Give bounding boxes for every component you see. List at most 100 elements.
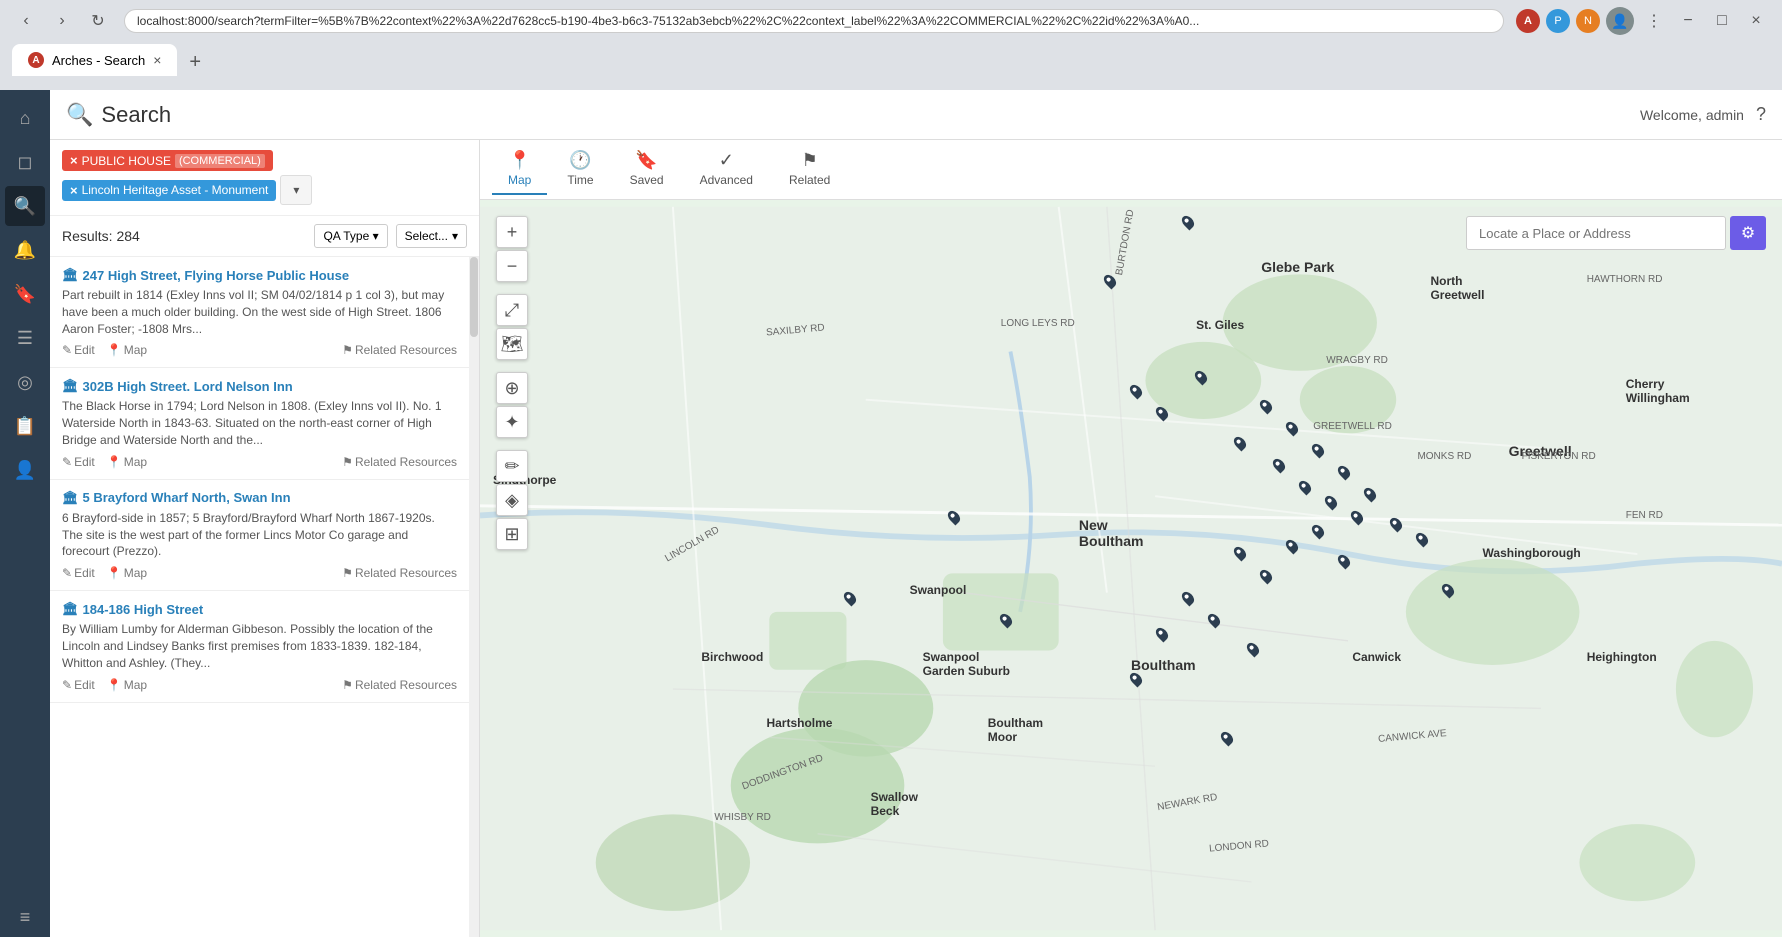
locate-input-area: ⚙ (1466, 216, 1766, 250)
result-edit-4[interactable]: ✎ Edit (62, 678, 95, 692)
result-desc-4: By William Lumby for Alderman Gibbeson. … (62, 621, 457, 671)
layers-button[interactable]: 🗺 (496, 328, 528, 360)
draw-button[interactable]: ✏ (496, 450, 528, 482)
tab-map[interactable]: 📍 Map (492, 144, 547, 195)
zoom-out-button[interactable]: − (496, 250, 528, 282)
result-title-2[interactable]: 🏛 302B High Street. Lord Nelson Inn (62, 378, 457, 394)
minimize-button[interactable]: − (1674, 7, 1702, 35)
user-avatar[interactable]: 👤 (1606, 7, 1634, 35)
tab-related[interactable]: ⚑ Related (773, 144, 846, 195)
geolocate-button[interactable]: ⊕ (496, 372, 528, 404)
filter-remove-public-house[interactable]: × (70, 153, 78, 168)
map-tab-icon: 📍 (508, 150, 530, 171)
place-label-new-boultham: NewBoultham (1079, 517, 1144, 549)
result-related-3[interactable]: ⚑ Related Resources (342, 566, 457, 580)
result-name-2: 302B High Street. Lord Nelson Inn (83, 379, 293, 394)
map-controls: + − ⤢ 🗺 ⊕ ✦ ✏ ◈ ⊞ (496, 216, 528, 550)
tab-advanced[interactable]: ✓ Advanced (684, 144, 769, 195)
sidebar-item-menu[interactable]: ≡ (5, 897, 45, 937)
result-title-1[interactable]: 🏛 247 High Street, Flying Horse Public H… (62, 267, 457, 283)
sidebar-item-bookmarks[interactable]: 🔖 (5, 274, 45, 314)
place-label-swallow-beck: SwallowBeck (871, 790, 918, 818)
result-map-3[interactable]: 📍 Map (107, 566, 147, 580)
extension-icon-3[interactable]: N (1576, 9, 1600, 33)
select-button[interactable]: Select... ▾ (396, 224, 467, 248)
result-map-4[interactable]: 📍 Map (107, 678, 147, 692)
place-label-heighington: Heighington (1587, 650, 1657, 664)
place-label-cherry-willingham: CherryWillingham (1626, 377, 1690, 405)
new-tab-button[interactable]: + (181, 49, 209, 76)
locate-settings-button[interactable]: ⚙ (1730, 216, 1766, 250)
refresh-button[interactable]: ↻ (84, 7, 112, 35)
result-icon-1: 🏛 (62, 267, 79, 283)
back-button[interactable]: ‹ (12, 7, 40, 35)
related-icon-2: ⚑ (342, 455, 353, 469)
map-icon-2: 📍 (107, 455, 122, 469)
locate-input[interactable] (1466, 216, 1726, 250)
result-edit-3[interactable]: ✎ Edit (62, 566, 95, 580)
result-edit-1[interactable]: ✎ Edit (62, 343, 95, 357)
result-title-3[interactable]: 🏛 5 Brayford Wharf North, Swan Inn (62, 490, 457, 506)
result-related-4[interactable]: ⚑ Related Resources (342, 678, 457, 692)
filter-map-button[interactable]: ◈ (496, 484, 528, 516)
related-tab-label: Related (789, 173, 830, 187)
sidebar-item-dashboard[interactable]: ◻ (5, 142, 45, 182)
road-label-hawthorn: HAWTHORN RD (1587, 274, 1663, 285)
place-label-glebe-park: Glebe Park (1261, 259, 1334, 275)
bookmark-map-button[interactable]: ✦ (496, 406, 528, 438)
zoom-extent-button[interactable]: ⊞ (496, 518, 528, 550)
sidebar-item-users[interactable]: 👤 (5, 450, 45, 490)
filter-remove-monument[interactable]: × (70, 183, 78, 198)
extension-icon-2[interactable]: P (1546, 9, 1570, 33)
extension-icon-1[interactable]: A (1516, 9, 1540, 33)
result-edit-2[interactable]: ✎ Edit (62, 455, 95, 469)
sidebar-item-reports[interactable]: 📋 (5, 406, 45, 446)
result-map-1[interactable]: 📍 Map (107, 343, 147, 357)
qa-type-button[interactable]: QA Type ▾ (314, 224, 387, 248)
result-map-2[interactable]: 📍 Map (107, 455, 147, 469)
sidebar-item-notifications[interactable]: 🔔 (5, 230, 45, 270)
scrollbar-thumb[interactable] (470, 257, 478, 337)
fullscreen-button[interactable]: ⤢ (496, 294, 528, 326)
zoom-in-button[interactable]: + (496, 216, 528, 248)
active-tab[interactable]: A Arches - Search × (12, 44, 177, 76)
sidebar-item-search[interactable]: 🔍 (5, 186, 45, 226)
filter-tag-monument[interactable]: × Lincoln Heritage Asset - Monument (62, 180, 276, 201)
browser-menu-button[interactable]: ⋮ (1640, 7, 1668, 35)
sidebar-item-list[interactable]: ☰ (5, 318, 45, 358)
result-title-4[interactable]: 🏛 184-186 High Street (62, 601, 457, 617)
filter-tag-public-house[interactable]: × PUBLIC HOUSE (COMMERCIAL) (62, 150, 273, 171)
sidebar-item-map[interactable]: ◎ (5, 362, 45, 402)
tab-close-button[interactable]: × (153, 52, 161, 68)
result-related-1[interactable]: ⚑ Related Resources (342, 343, 457, 357)
tab-saved[interactable]: 🔖 Saved (614, 144, 680, 195)
select-dropdown-icon: ▾ (452, 229, 458, 243)
scrollbar-track[interactable] (469, 257, 479, 937)
sidebar-nav: ⌂ ◻ 🔍 🔔 🔖 ☰ ◎ 📋 👤 ≡ (0, 90, 50, 937)
result-icon-2: 🏛 (62, 378, 79, 394)
related-icon-1: ⚑ (342, 343, 353, 357)
result-related-2[interactable]: ⚑ Related Resources (342, 455, 457, 469)
results-list: 🏛 247 High Street, Flying Horse Public H… (50, 257, 469, 937)
close-window-button[interactable]: × (1742, 7, 1770, 35)
help-button[interactable]: ? (1756, 104, 1766, 125)
result-item: 🏛 247 High Street, Flying Horse Public H… (50, 257, 469, 368)
forward-button[interactable]: › (48, 7, 76, 35)
search-header: 🔍 Search Welcome, admin ? (50, 90, 1782, 140)
sidebar-item-home[interactable]: ⌂ (5, 98, 45, 138)
place-label-canwick: Canwick (1352, 650, 1401, 664)
filter-dropdown-arrow[interactable]: ▾ (280, 175, 312, 205)
map-icon-1: 📍 (107, 343, 122, 357)
map-tab-label: Map (508, 173, 531, 187)
place-label-boultham: Boultham (1131, 657, 1196, 673)
left-panel: × PUBLIC HOUSE (COMMERCIAL) × Lincoln He… (50, 140, 480, 937)
address-bar[interactable]: localhost:8000/search?termFilter=%5B%7B%… (124, 9, 1504, 33)
result-actions-4: ✎ Edit 📍 Map ⚑ Related Resources (62, 678, 457, 692)
maximize-button[interactable]: □ (1708, 7, 1736, 35)
map-icon-3: 📍 (107, 566, 122, 580)
result-desc-3: 6 Brayford-side in 1857; 5 Brayford/Bray… (62, 510, 457, 560)
map-svg (480, 200, 1782, 937)
map-container[interactable]: Glebe Park St. Giles NorthGreetwell Cher… (480, 200, 1782, 937)
result-actions-2: ✎ Edit 📍 Map ⚑ Related Resources (62, 455, 457, 469)
tab-time[interactable]: 🕐 Time (551, 144, 609, 195)
